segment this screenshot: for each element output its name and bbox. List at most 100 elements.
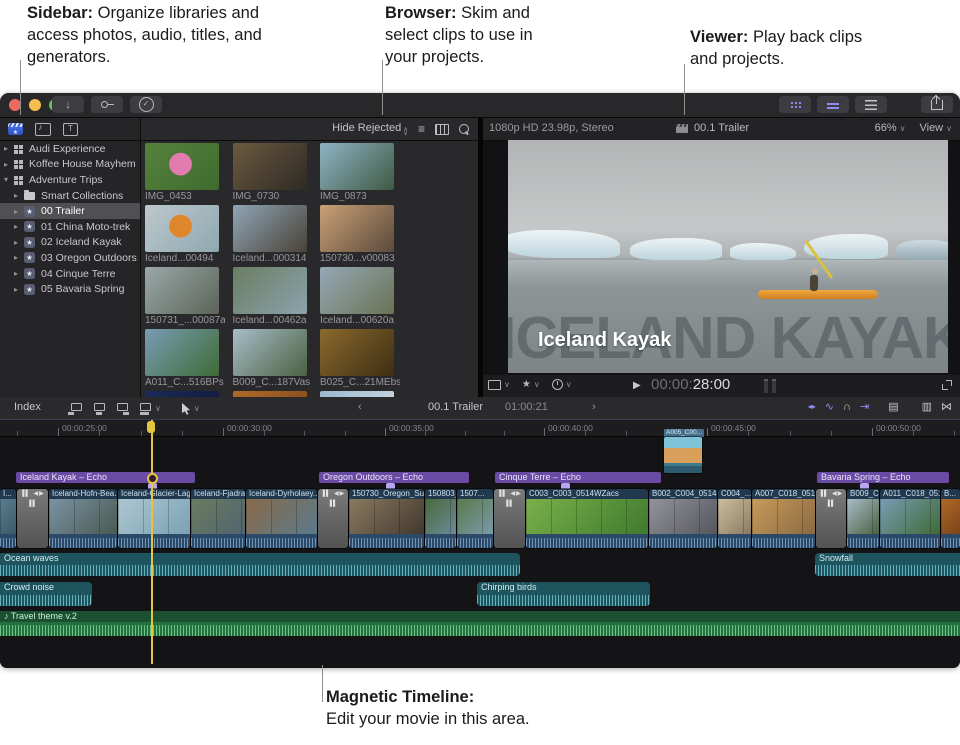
trim-icon[interactable]: ◂▸ bbox=[808, 402, 816, 411]
timeline-clip[interactable]: Iceland-Dyrholaey... bbox=[246, 489, 317, 548]
effects-popup[interactable]: ★∨ bbox=[522, 379, 540, 390]
insert-edit-icon[interactable] bbox=[91, 403, 106, 415]
browser-clip[interactable] bbox=[145, 143, 219, 190]
browser-clip[interactable] bbox=[145, 205, 219, 252]
sidebar-item[interactable]: ▸Smart Collections bbox=[0, 188, 140, 204]
disclosure-triangle-icon[interactable]: ▸ bbox=[14, 253, 24, 262]
audio-clip[interactable]: Snowfall bbox=[815, 553, 960, 576]
browser-clip[interactable] bbox=[320, 267, 394, 314]
photos-audio-icon[interactable] bbox=[35, 123, 51, 136]
audio-meters[interactable] bbox=[764, 379, 776, 393]
sidebar-item[interactable]: ▸★05 Bavaria Spring bbox=[0, 281, 140, 297]
timeline-title-bar[interactable]: Oregon Outdoors – Echo bbox=[319, 472, 469, 483]
sidebar-item[interactable]: ▸★00 Trailer bbox=[0, 203, 140, 219]
audio-monitor-icon[interactable]: ∩ bbox=[843, 401, 851, 413]
timeline-clip[interactable]: B009_C... bbox=[847, 489, 879, 548]
disclosure-triangle-icon[interactable]: ▸ bbox=[14, 269, 24, 278]
timeline-clip[interactable]: Iceland-Fjadra... bbox=[191, 489, 245, 548]
list-view-icon[interactable]: ≡ bbox=[418, 124, 425, 134]
transition-clip[interactable]: ▐▌ ◀▶ ▐▌ bbox=[17, 489, 48, 548]
disclosure-triangle-icon[interactable]: ▸ bbox=[14, 238, 24, 247]
timeline-clip[interactable]: A011_C018_0516... bbox=[880, 489, 940, 548]
retime-popup[interactable]: ∨ bbox=[552, 379, 572, 390]
titles-generators-icon[interactable] bbox=[63, 123, 78, 136]
sidebar-item[interactable]: ▸★01 China Moto-trek bbox=[0, 219, 140, 235]
timeline-clip[interactable]: 150730_Oregon_Sur... bbox=[349, 489, 424, 548]
sidebar-item[interactable]: ▸★03 Oregon Outdoors bbox=[0, 250, 140, 266]
next-chevron-icon[interactable]: › bbox=[592, 401, 596, 413]
timeline-title-bar[interactable]: Bavaria Spring – Echo bbox=[817, 472, 949, 483]
transform-popup[interactable]: ∨ bbox=[488, 380, 510, 390]
play-icon[interactable]: ▶ bbox=[633, 380, 641, 391]
browser-clip[interactable] bbox=[145, 329, 219, 376]
magnetic-timeline[interactable]: 00:00:25:0000:00:30:0000:00:35:0000:00:4… bbox=[0, 420, 960, 668]
index-button[interactable]: Index bbox=[14, 401, 41, 413]
previous-chevron-icon[interactable]: ‹ bbox=[358, 401, 362, 413]
overwrite-edit-popup[interactable]: ∨ bbox=[137, 403, 161, 415]
browser-clip[interactable] bbox=[233, 205, 307, 252]
sidebar-item[interactable]: ▸★02 Iceland Kayak bbox=[0, 235, 140, 251]
timeline-clip[interactable]: I... bbox=[0, 489, 16, 548]
view-popup[interactable]: View∨ bbox=[919, 122, 952, 134]
sidebar-item[interactable]: ▸★04 Cinque Terre bbox=[0, 266, 140, 282]
disclosure-triangle-icon[interactable]: ▾ bbox=[4, 175, 14, 184]
timeline-title-bar[interactable]: Cinque Terre – Echo bbox=[495, 472, 661, 483]
audio-clip[interactable]: Crowd noise bbox=[0, 582, 92, 606]
browser-clip[interactable] bbox=[233, 267, 307, 314]
disclosure-triangle-icon[interactable]: ▸ bbox=[14, 222, 24, 231]
import-media-button[interactable]: ↓ bbox=[52, 96, 84, 113]
disclosure-triangle-icon[interactable]: ▸ bbox=[14, 285, 24, 294]
transition-clip[interactable]: ▐▌ ◀▶ ▐▌ bbox=[318, 489, 348, 548]
browser-clip[interactable] bbox=[320, 205, 394, 252]
share-button[interactable] bbox=[921, 96, 953, 113]
clip-appearance-icon[interactable]: ▤ bbox=[888, 400, 898, 413]
disclosure-triangle-icon[interactable]: ▸ bbox=[14, 191, 24, 200]
sidebar-item[interactable]: ▸Audi Experience bbox=[0, 141, 140, 157]
connected-clip[interactable] bbox=[664, 437, 702, 473]
timeline-title-bar[interactable]: Iceland Kayak – Echo bbox=[16, 472, 195, 483]
sidebar-item[interactable]: ▸Koffee House Mayhem bbox=[0, 157, 140, 173]
browser-clip[interactable] bbox=[145, 267, 219, 314]
timeline-toggle-button[interactable] bbox=[817, 96, 849, 113]
playhead-handle[interactable] bbox=[147, 421, 155, 433]
filmstrip-view-icon[interactable] bbox=[435, 124, 449, 135]
connect-edit-icon[interactable] bbox=[68, 403, 83, 415]
video-canvas[interactable]: ICELAND KAYAK Iceland Kayak bbox=[508, 140, 948, 373]
timeline-clip[interactable]: 150803_... bbox=[425, 489, 456, 548]
playhead[interactable] bbox=[151, 420, 153, 664]
timeline-clip[interactable]: C004_... bbox=[718, 489, 751, 548]
skimming-icon[interactable]: ∿ bbox=[825, 400, 834, 413]
transition-clip[interactable]: ▐▌ ◀▶ ▐▌ bbox=[494, 489, 525, 548]
timeline-clip[interactable]: 1507... bbox=[457, 489, 493, 548]
inspector-toggle-button[interactable] bbox=[855, 96, 887, 113]
sidebar-item[interactable]: ▾Adventure Trips bbox=[0, 172, 140, 188]
timeline-clip[interactable]: B... bbox=[941, 489, 960, 548]
filter-popup[interactable]: Hide Rejected∧∨ bbox=[332, 122, 408, 137]
browser-clip[interactable] bbox=[233, 143, 307, 190]
browser-clip[interactable] bbox=[320, 143, 394, 190]
browser-clip[interactable] bbox=[233, 329, 307, 376]
disclosure-triangle-icon[interactable]: ▸ bbox=[14, 207, 24, 216]
libraries-icon[interactable] bbox=[8, 123, 23, 135]
browser-toggle-button[interactable] bbox=[779, 96, 811, 113]
tool-popup[interactable]: ∨ bbox=[181, 402, 200, 415]
keyword-editor-button[interactable] bbox=[91, 96, 123, 113]
timeline-clip[interactable]: Iceland-Hofn-Bea... bbox=[49, 489, 117, 548]
audio-clip[interactable]: Ocean waves bbox=[0, 553, 520, 576]
audio-clip[interactable]: Chirping birds bbox=[477, 582, 650, 606]
timeline-clip[interactable]: A007_C018_051... bbox=[752, 489, 815, 548]
timeline-view-icon[interactable]: ▥ bbox=[922, 400, 932, 413]
fullscreen-icon[interactable] bbox=[942, 380, 952, 390]
append-edit-icon[interactable] bbox=[114, 403, 129, 415]
timeline-clip[interactable]: Iceland-Glacier-Lag... bbox=[118, 489, 190, 548]
disclosure-triangle-icon[interactable]: ▸ bbox=[4, 160, 14, 169]
timeline-clip[interactable]: B002_C004_0514T... bbox=[649, 489, 717, 548]
disclosure-triangle-icon[interactable]: ▸ bbox=[4, 144, 14, 153]
zoom-level-popup[interactable]: 66%∨ bbox=[875, 122, 906, 134]
background-tasks-button[interactable]: ✓ bbox=[130, 96, 162, 113]
transition-clip[interactable]: ▐▌ ◀▶ ▐▌ bbox=[816, 489, 846, 548]
search-icon[interactable] bbox=[459, 124, 469, 134]
sidebar-collapse-icon[interactable]: ⋈ bbox=[941, 400, 952, 413]
browser-clip[interactable] bbox=[320, 329, 394, 376]
timeline-clip[interactable]: C003_C003_0514WZacs bbox=[526, 489, 648, 548]
